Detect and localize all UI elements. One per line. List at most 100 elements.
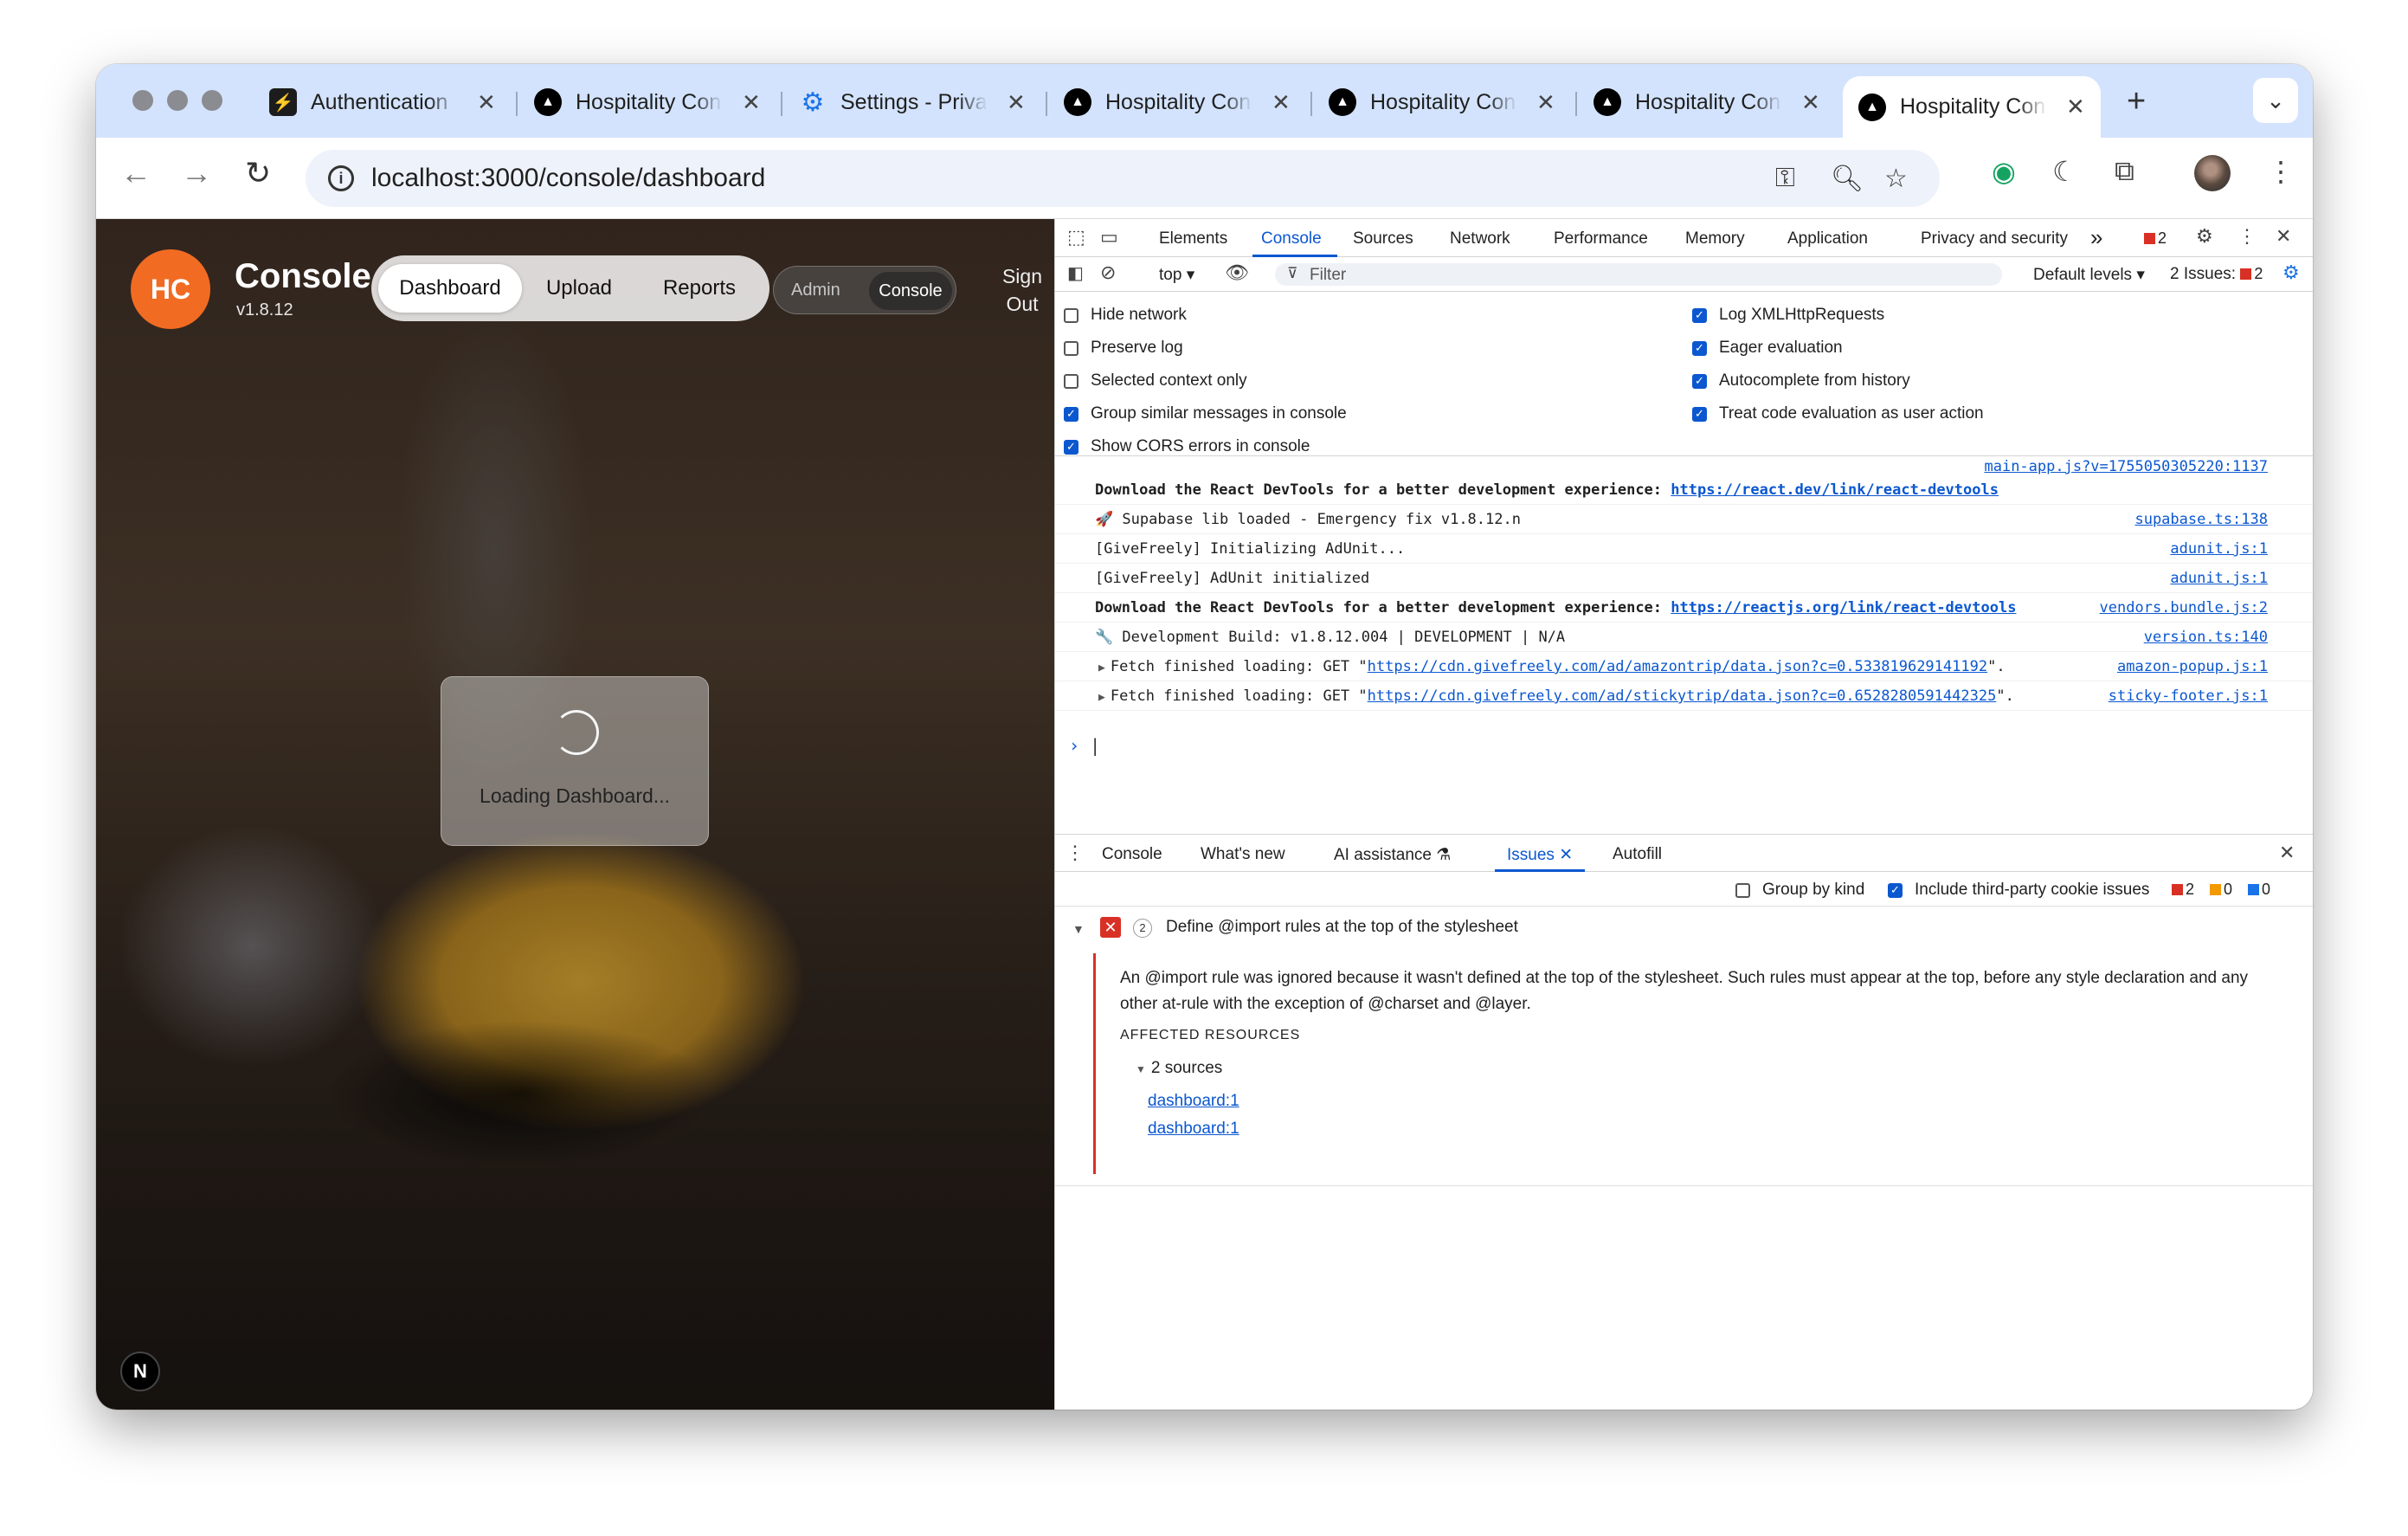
drawer-menu-icon[interactable]: ⋮ (1066, 842, 1085, 864)
tab-sources[interactable]: Sources (1353, 229, 1413, 248)
close-icon[interactable]: ✕ (1536, 89, 1555, 116)
log-source-link[interactable]: main-app.js?v=1755050305220:1137 (1984, 458, 2268, 475)
tab-hospitality-console-2[interactable]: ▲ Hospitality Console ✕ (1048, 76, 1306, 128)
sources-toggle[interactable]: ▼ 2 sources (1136, 1059, 1222, 1078)
include-third-party-checkbox[interactable]: ✓ Include third-party cookie issues (1888, 881, 2149, 900)
close-icon[interactable]: ✕ (742, 89, 761, 116)
forward-button[interactable]: → (181, 155, 212, 191)
bookmark-star-icon[interactable]: ☆ (1884, 164, 1908, 194)
context-selector[interactable]: top ▾ (1159, 265, 1194, 285)
setting-autocomplete-history[interactable]: ✓ Autocomplete from history (1692, 371, 1910, 390)
drawer-tab-issues[interactable]: Issues ✕ (1507, 845, 1573, 865)
tab-privacy-security[interactable]: Privacy and security (1921, 229, 2068, 248)
tab-settings[interactable]: ⚙ Settings - Privacy ✕ (783, 76, 1041, 128)
mode-console[interactable]: Console (869, 272, 952, 310)
close-icon[interactable]: ✕ (1007, 89, 1026, 116)
setting-show-cors-errors[interactable]: ✓ Show CORS errors in console (1064, 437, 1310, 456)
log-source-link[interactable]: vendors.bundle.js:2 (2100, 599, 2268, 616)
nextjs-dev-indicator[interactable]: N (120, 1352, 160, 1391)
settings-gear-icon[interactable]: ⚙ (2196, 225, 2213, 248)
tab-hospitality-console-4[interactable]: ▲ Hospitality Console ✕ (1578, 76, 1836, 128)
zoom-window-button[interactable] (202, 90, 222, 111)
tab-application[interactable]: Application (1787, 229, 1868, 248)
log-source-link[interactable]: amazon-popup.js:1 (2117, 658, 2268, 675)
tab-hospitality-console-1[interactable]: ▲ Hospitality Console ✕ (518, 76, 776, 128)
log-message-fetch[interactable]: ▶ Fetch finished loading: GET "https://cd… (1055, 652, 2313, 681)
more-vert-icon[interactable]: ⋮ (2237, 225, 2257, 248)
inspect-element-icon[interactable]: ⬚ (1067, 226, 1085, 248)
nav-dashboard[interactable]: Dashboard (378, 264, 522, 313)
group-by-kind-checkbox[interactable]: Group by kind (1735, 881, 1864, 900)
tab-network[interactable]: Network (1450, 229, 1510, 248)
extension-icon[interactable]: ☾ (2052, 155, 2077, 188)
tab-hospitality-console-active[interactable]: ▲ Hospitality Console ✕ (1843, 76, 2101, 138)
close-icon[interactable]: ✕ (1559, 846, 1573, 864)
drawer-tab-console[interactable]: Console (1102, 845, 1162, 864)
issues-link[interactable]: 2 Issues: 2 (2170, 265, 2263, 284)
device-toolbar-icon[interactable]: ▭ (1100, 226, 1118, 248)
tab-search-button[interactable]: ⌄ (2253, 78, 2298, 123)
setting-log-xhr[interactable]: ✓ Log XMLHttpRequests (1692, 306, 1884, 325)
close-devtools-icon[interactable]: ✕ (2276, 225, 2291, 248)
console-prompt-input[interactable]: › | (1069, 735, 1100, 756)
log-url-link[interactable]: https://react.dev/link/react-devtools (1671, 481, 1999, 499)
console-filter-input[interactable]: ⊽ Filter (1275, 263, 2002, 286)
setting-group-similar[interactable]: ✓ Group similar messages in console (1064, 404, 1347, 423)
tab-console[interactable]: Console (1261, 229, 1322, 248)
profile-avatar[interactable] (2194, 155, 2231, 191)
url-text[interactable]: localhost:3000/console/dashboard (371, 164, 765, 193)
log-message-fetch[interactable]: ▶ Fetch finished loading: GET "https://cd… (1055, 681, 2313, 711)
log-source-link[interactable]: supabase.ts:138 (2134, 511, 2268, 528)
log-url-link[interactable]: https://reactjs.org/link/react-devtools (1671, 599, 2016, 616)
grammarly-extension-icon[interactable]: ◉ (1992, 155, 2016, 188)
setting-preserve-log[interactable]: Preserve log (1064, 339, 1183, 358)
extensions-puzzle-icon[interactable]: ⧉ (2115, 155, 2134, 188)
app-logo[interactable]: HC (131, 249, 210, 329)
site-info-icon[interactable]: i (328, 165, 354, 191)
setting-eager-evaluation[interactable]: ✓ Eager evaluation (1692, 339, 1843, 358)
log-source-link[interactable]: sticky-footer.js:1 (2109, 687, 2268, 705)
tab-hospitality-console-3[interactable]: ▲ Hospitality Console ✕ (1313, 76, 1571, 128)
mode-admin[interactable]: Admin (791, 281, 840, 300)
expand-triangle-icon[interactable]: ▶ (1098, 662, 1105, 674)
log-source-link[interactable]: adunit.js:1 (2170, 570, 2268, 587)
collapse-triangle-icon[interactable]: ▼ (1072, 922, 1085, 936)
more-tabs-icon[interactable]: » (2090, 224, 2102, 251)
expand-triangle-icon[interactable]: ▶ (1098, 691, 1105, 704)
drawer-tab-whats-new[interactable]: What's new (1201, 845, 1285, 864)
setting-treat-eval-user-action[interactable]: ✓ Treat code evaluation as user action (1692, 404, 1984, 423)
close-icon[interactable]: ✕ (1272, 89, 1291, 116)
log-source-link[interactable]: version.ts:140 (2144, 629, 2268, 646)
setting-hide-network[interactable]: Hide network (1064, 306, 1187, 325)
affected-resource-link[interactable]: dashboard:1 (1148, 1120, 1239, 1139)
close-icon[interactable]: ✕ (1801, 89, 1820, 116)
close-window-button[interactable] (132, 90, 153, 111)
nav-upload[interactable]: Upload (527, 264, 631, 313)
console-settings-icon[interactable]: ⚙ (2282, 261, 2300, 284)
sidebar-toggle-icon[interactable]: ◧ (1067, 262, 1084, 284)
issue-title[interactable]: Define @import rules at the top of the s… (1166, 918, 1518, 937)
log-levels-dropdown[interactable]: Default levels ▾ (2033, 265, 2145, 285)
tab-elements[interactable]: Elements (1159, 229, 1227, 248)
zoom-icon[interactable]: 🔍︎ (1831, 164, 1864, 194)
more-vert-icon[interactable]: ⋮ (2267, 155, 2295, 188)
reload-button[interactable]: ↻ (245, 155, 271, 191)
log-source-link[interactable]: adunit.js:1 (2170, 540, 2268, 558)
minimize-window-button[interactable] (167, 90, 188, 111)
issue-header[interactable]: ▼ ✕ 2 Define @import rules at the top of… (1055, 908, 2313, 946)
address-bar[interactable]: i localhost:3000/console/dashboard ⚿ 🔍︎ … (306, 150, 1940, 207)
error-count-badge[interactable]: 2 (2144, 229, 2167, 248)
close-drawer-icon[interactable]: ✕ (2279, 842, 2295, 864)
live-expression-eye-icon[interactable]: 👁︎ (1225, 261, 1249, 284)
setting-selected-context-only[interactable]: Selected context only (1064, 371, 1247, 390)
password-key-icon[interactable]: ⚿ (1775, 164, 1795, 193)
sign-out-button[interactable]: Sign Out (996, 262, 1048, 318)
tab-memory[interactable]: Memory (1685, 229, 1745, 248)
close-icon[interactable]: ✕ (477, 89, 496, 116)
drawer-tab-ai-assistance[interactable]: AI assistance ⚗ (1334, 845, 1451, 865)
nav-reports[interactable]: Reports (636, 264, 763, 313)
affected-resource-link[interactable]: dashboard:1 (1148, 1092, 1239, 1111)
log-url-link[interactable]: https://cdn.givefreely.com/ad/amazontrip… (1368, 658, 1987, 675)
drawer-tab-autofill[interactable]: Autofill (1613, 845, 1662, 864)
clear-console-icon[interactable]: ⊘ (1100, 261, 1116, 284)
